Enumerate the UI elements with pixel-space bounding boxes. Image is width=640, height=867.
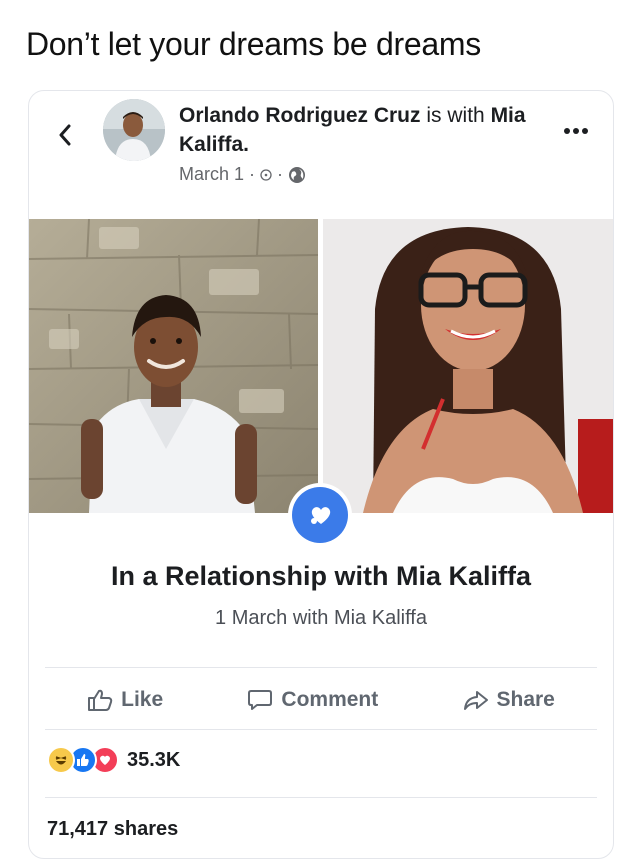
reaction-count: 35.3K <box>127 748 181 771</box>
thumbs-up-icon <box>88 689 113 711</box>
action-bar: Like Comment Share <box>45 673 597 727</box>
chevron-left-icon <box>59 124 71 146</box>
divider <box>45 797 597 798</box>
post-header: Orlando Rodriguez Cruz is with Mia Kalif… <box>179 101 539 159</box>
like-button[interactable]: Like <box>87 688 163 712</box>
life-event-subtitle: 1 March with Mia Kaliffa <box>215 607 427 629</box>
more-options-button[interactable] <box>561 121 591 141</box>
photo-boy-image <box>29 219 318 513</box>
photo-boy[interactable] <box>29 219 318 513</box>
comment-icon <box>248 690 273 710</box>
reactions-summary[interactable]: 35.3K <box>47 746 180 774</box>
post-card: Orlando Rodriguez Cruz is with Mia Kalif… <box>28 90 614 859</box>
divider <box>45 667 597 668</box>
share-label: Share <box>496 688 555 711</box>
share-button[interactable]: Share <box>463 688 555 712</box>
photo-collage[interactable] <box>29 219 613 513</box>
more-horizontal-icon <box>564 128 588 134</box>
heart-icon <box>311 507 331 524</box>
avatar-image <box>103 99 165 161</box>
divider <box>45 729 597 730</box>
avatar[interactable] <box>103 99 165 161</box>
clock-icon <box>260 168 272 181</box>
like-label: Like <box>121 688 164 711</box>
meta-separator: · <box>249 164 256 184</box>
relationship-badge <box>288 483 352 547</box>
post-date[interactable]: March 1 <box>179 164 244 185</box>
comment-label: Comment <box>281 688 379 711</box>
meta-separator: · <box>277 164 284 184</box>
shares-count[interactable]: 71,417 shares <box>47 818 178 841</box>
is-text: is <box>426 104 442 127</box>
share-arrow-icon <box>463 691 488 710</box>
author-name[interactable]: Orlando Rodriguez Cruz <box>179 104 421 127</box>
post-meta: March 1 · · <box>179 164 306 185</box>
caption: Don’t let your dreams be dreams <box>26 26 481 62</box>
globe-icon <box>289 166 306 183</box>
with-text: with <box>447 104 485 127</box>
haha-reaction-icon <box>47 746 75 774</box>
photo-woman[interactable] <box>323 219 613 513</box>
comment-button[interactable]: Comment <box>247 688 378 712</box>
back-button[interactable] <box>51 121 79 149</box>
photo-woman-image <box>323 219 613 513</box>
life-event-title: In a Relationship with Mia Kaliffa <box>110 561 532 591</box>
